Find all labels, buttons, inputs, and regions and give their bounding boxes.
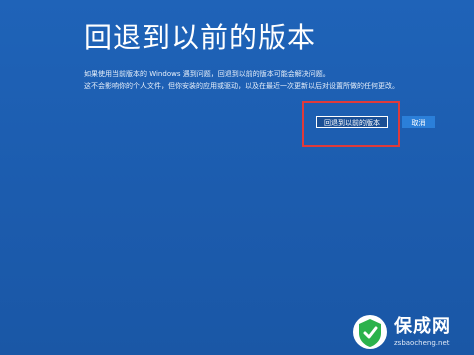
watermark: 保成网 zsbaocheng.net [352, 314, 470, 354]
description: 如果使用当前版本的 Windows 遇到问题，回退到以前的版本可能会解决问题。 … [84, 68, 399, 92]
rollback-button[interactable]: 回退到以前的版本 [316, 116, 388, 128]
watermark-name: 保成网 [394, 316, 451, 337]
watermark-logo-icon [353, 315, 387, 349]
page-title: 回退到以前的版本 [84, 21, 317, 54]
watermark-url: zsbaocheng.net [394, 339, 450, 347]
description-line-2: 这不会影响你的个人文件，但你安装的应用或驱动，以及在最近一次更新以后对设置所做的… [84, 82, 399, 90]
cancel-button[interactable]: 取消 [402, 116, 435, 128]
description-line-1: 如果使用当前版本的 Windows 遇到问题，回退到以前的版本可能会解决问题。 [84, 70, 330, 78]
